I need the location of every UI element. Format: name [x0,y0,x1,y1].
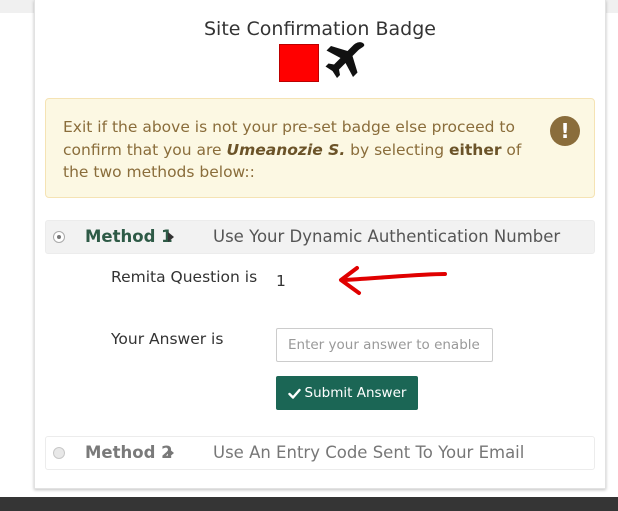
alert-emphasis: either [449,140,502,159]
answer-input[interactable] [276,328,493,362]
check-icon [287,388,301,399]
method-1-label: Method 1 [85,227,173,246]
method-1-description: Use Your Dynamic Authentication Number [213,227,561,246]
method-1-option[interactable]: Method 1 Use Your Dynamic Authentication… [45,220,595,254]
confirmation-card: Site Confirmation Badge Exit if the abov… [34,0,606,489]
user-name: Umeanozie S. [226,140,346,159]
method-2-description: Use An Entry Code Sent To Your Email [213,443,525,462]
alert-text-middle: by selecting [345,140,450,159]
question-label: Remita Question is [111,268,258,286]
caret-right-icon [168,232,174,242]
caret-right-icon [168,448,174,458]
badge-title: Site Confirmation Badge [204,18,436,40]
warning-alert: Exit if the above is not your pre-set ba… [45,98,595,198]
submit-answer-label: Submit Answer [304,385,407,401]
method-1-radio[interactable] [53,231,65,243]
method-2-option[interactable]: Method 2 Use An Entry Code Sent To Your … [45,436,595,470]
method-2-radio[interactable] [53,447,65,459]
bottom-bar [0,497,618,511]
exclamation-icon: ! [550,116,580,146]
submit-answer-button[interactable]: Submit Answer [276,376,418,410]
answer-label: Your Answer is [111,330,224,348]
annotation-arrow [339,266,447,295]
method-2-label: Method 2 [85,443,173,462]
badge-color-swatch [279,44,319,82]
airplane-icon [325,42,365,78]
question-value: 1 [276,272,286,290]
